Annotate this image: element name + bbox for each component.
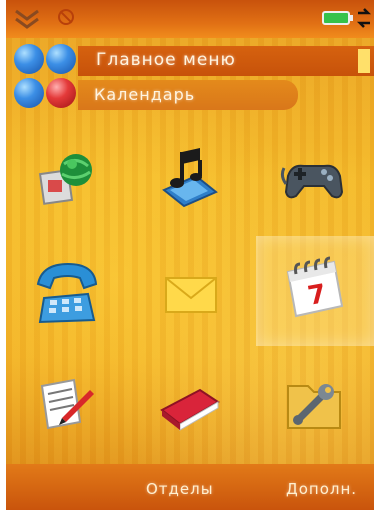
cancel-icon <box>58 9 74 25</box>
menu-item-messages[interactable] <box>130 238 250 348</box>
chevron-down-icon[interactable] <box>14 8 40 30</box>
scroll-indicator <box>358 49 370 73</box>
menu-item-media[interactable] <box>130 126 250 236</box>
phone-screen: Главное меню Календарь 7 Отделы Дополн. <box>6 0 374 510</box>
menu-item-games[interactable] <box>254 126 374 236</box>
menu-item-contacts[interactable] <box>130 350 250 460</box>
selected-item-bar: Календарь <box>78 80 298 110</box>
softkey-right[interactable]: Дополн. <box>286 480 357 498</box>
menu-item-notes[interactable] <box>6 350 126 460</box>
messages-icon <box>165 277 217 313</box>
menu-item-calls[interactable] <box>6 238 126 348</box>
menu-item-settings[interactable] <box>254 350 374 460</box>
media-player-icon <box>162 148 218 208</box>
battery-icon <box>322 11 353 25</box>
calendar-icon: 7 <box>286 256 344 318</box>
games-icon <box>280 164 344 199</box>
calls-icon <box>36 262 98 324</box>
menu-item-internet[interactable] <box>6 126 126 236</box>
menu-header: Главное меню Календарь <box>6 38 374 116</box>
contacts-icon <box>160 388 220 431</box>
settings-icon <box>287 384 341 429</box>
internet-icon <box>38 154 92 205</box>
signal-icon <box>356 8 372 28</box>
page-title: Главное меню <box>96 50 236 70</box>
menu-logo-icon <box>10 40 80 112</box>
softkey-left[interactable]: Отделы <box>146 480 214 498</box>
menu-item-calendar[interactable]: 7 <box>256 236 374 346</box>
notes-icon <box>40 378 94 430</box>
status-bar <box>6 0 374 38</box>
title-bar: Главное меню <box>78 46 374 76</box>
selected-item-label: Календарь <box>94 85 196 104</box>
softkey-bar: Отделы Дополн. <box>6 464 374 510</box>
